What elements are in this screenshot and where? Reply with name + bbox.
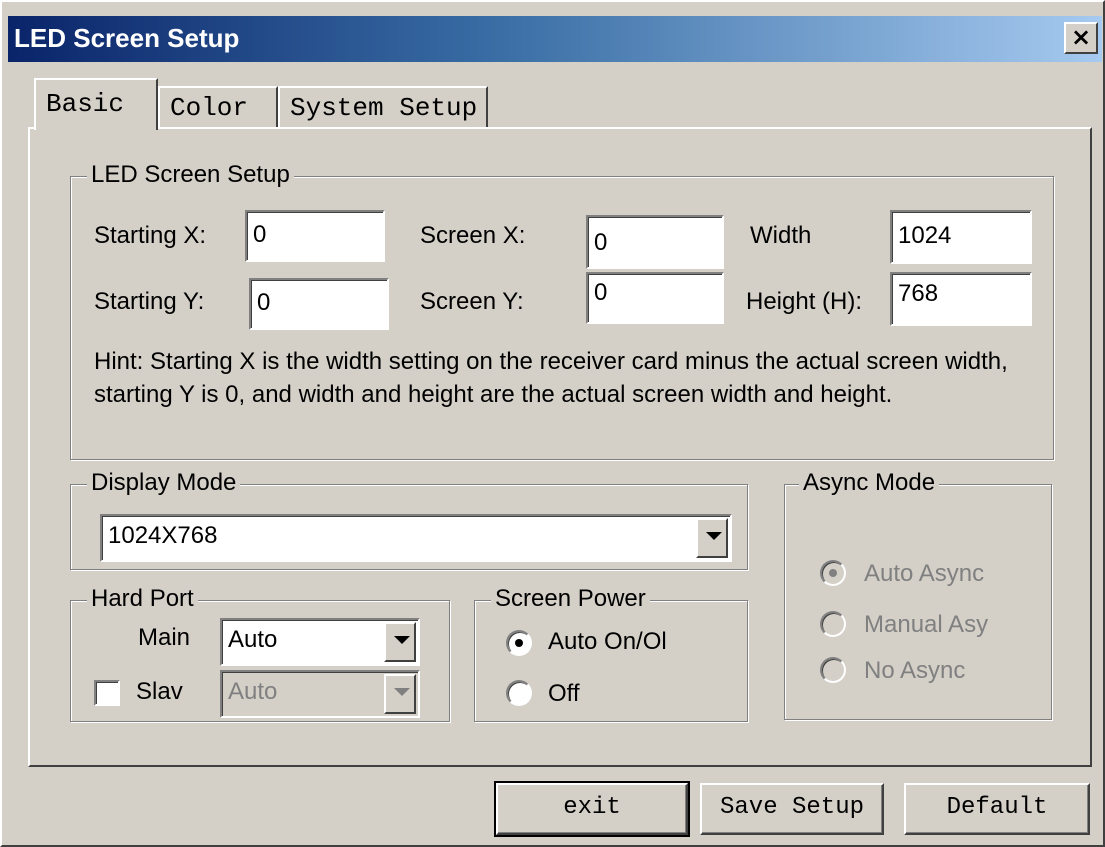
close-icon: × [1070,23,1092,51]
tab-color[interactable]: Color [158,86,278,128]
screen-y-input[interactable]: 0 [586,272,724,324]
title-bar[interactable]: LED Screen Setup × [8,16,1102,62]
dialog-window: LED Screen Setup × Basic Color System Se… [0,0,1105,847]
selected-value: Auto [228,626,278,653]
screen-x-input[interactable]: 0 [586,215,724,269]
display-mode-select[interactable]: 1024X768 [100,514,732,562]
group-label: LED Screen Setup [87,161,294,189]
starting-x-input[interactable]: 0 [245,210,385,262]
height-label: Height (H): [746,288,863,315]
auto-async-label: Auto Async [864,560,985,587]
width-input[interactable]: 1024 [890,210,1032,264]
auto-on-off-label: Auto On/Ol [548,628,667,655]
off-radio[interactable] [506,680,532,706]
screen-y-label: Screen Y: [420,288,524,315]
chevron-down-icon[interactable] [384,674,416,714]
auto-on-off-radio[interactable] [506,630,532,656]
width-label: Width [750,222,812,249]
chevron-down-icon[interactable] [384,622,416,662]
group-label: Hard Port [87,585,198,613]
off-label: Off [548,680,580,707]
tab-label: Color [170,93,249,123]
exit-button[interactable]: exit [494,781,690,837]
tab-label: System Setup [290,93,478,123]
starting-x-label: Starting X: [94,222,207,249]
main-port-select[interactable]: Auto [220,618,420,666]
tab-system-setup[interactable]: System Setup [278,86,488,128]
no-async-label: No Async [864,657,966,684]
hint-text: Hint: Starting X is the width setting on… [94,348,1008,408]
starting-y-label: Starting Y: [94,288,205,315]
slave-checkbox[interactable] [94,680,120,706]
manual-async-radio[interactable] [820,611,846,637]
auto-async-radio[interactable] [820,560,846,586]
window-title: LED Screen Setup [14,23,240,53]
height-input[interactable]: 768 [890,272,1032,326]
main-label: Main [138,624,191,651]
group-label: Display Mode [87,469,241,497]
slave-port-select[interactable]: Auto [220,670,420,718]
group-label: Screen Power [491,585,650,613]
screen-x-label: Screen X: [420,222,526,249]
no-async-radio[interactable] [820,657,846,683]
chevron-down-icon[interactable] [696,518,728,558]
manual-async-label: Manual Asy [864,611,989,638]
selected-value: Auto [228,678,278,705]
starting-y-input[interactable]: 0 [249,278,389,330]
close-button[interactable]: × [1064,22,1098,54]
slave-label: Slav [136,678,183,705]
tab-label: Basic [46,89,125,119]
selected-value: 1024X768 [108,522,218,549]
default-button[interactable]: Default [904,783,1090,835]
save-setup-button[interactable]: Save Setup [700,783,884,835]
group-label: Async Mode [799,469,940,497]
tab-basic[interactable]: Basic [34,78,158,130]
